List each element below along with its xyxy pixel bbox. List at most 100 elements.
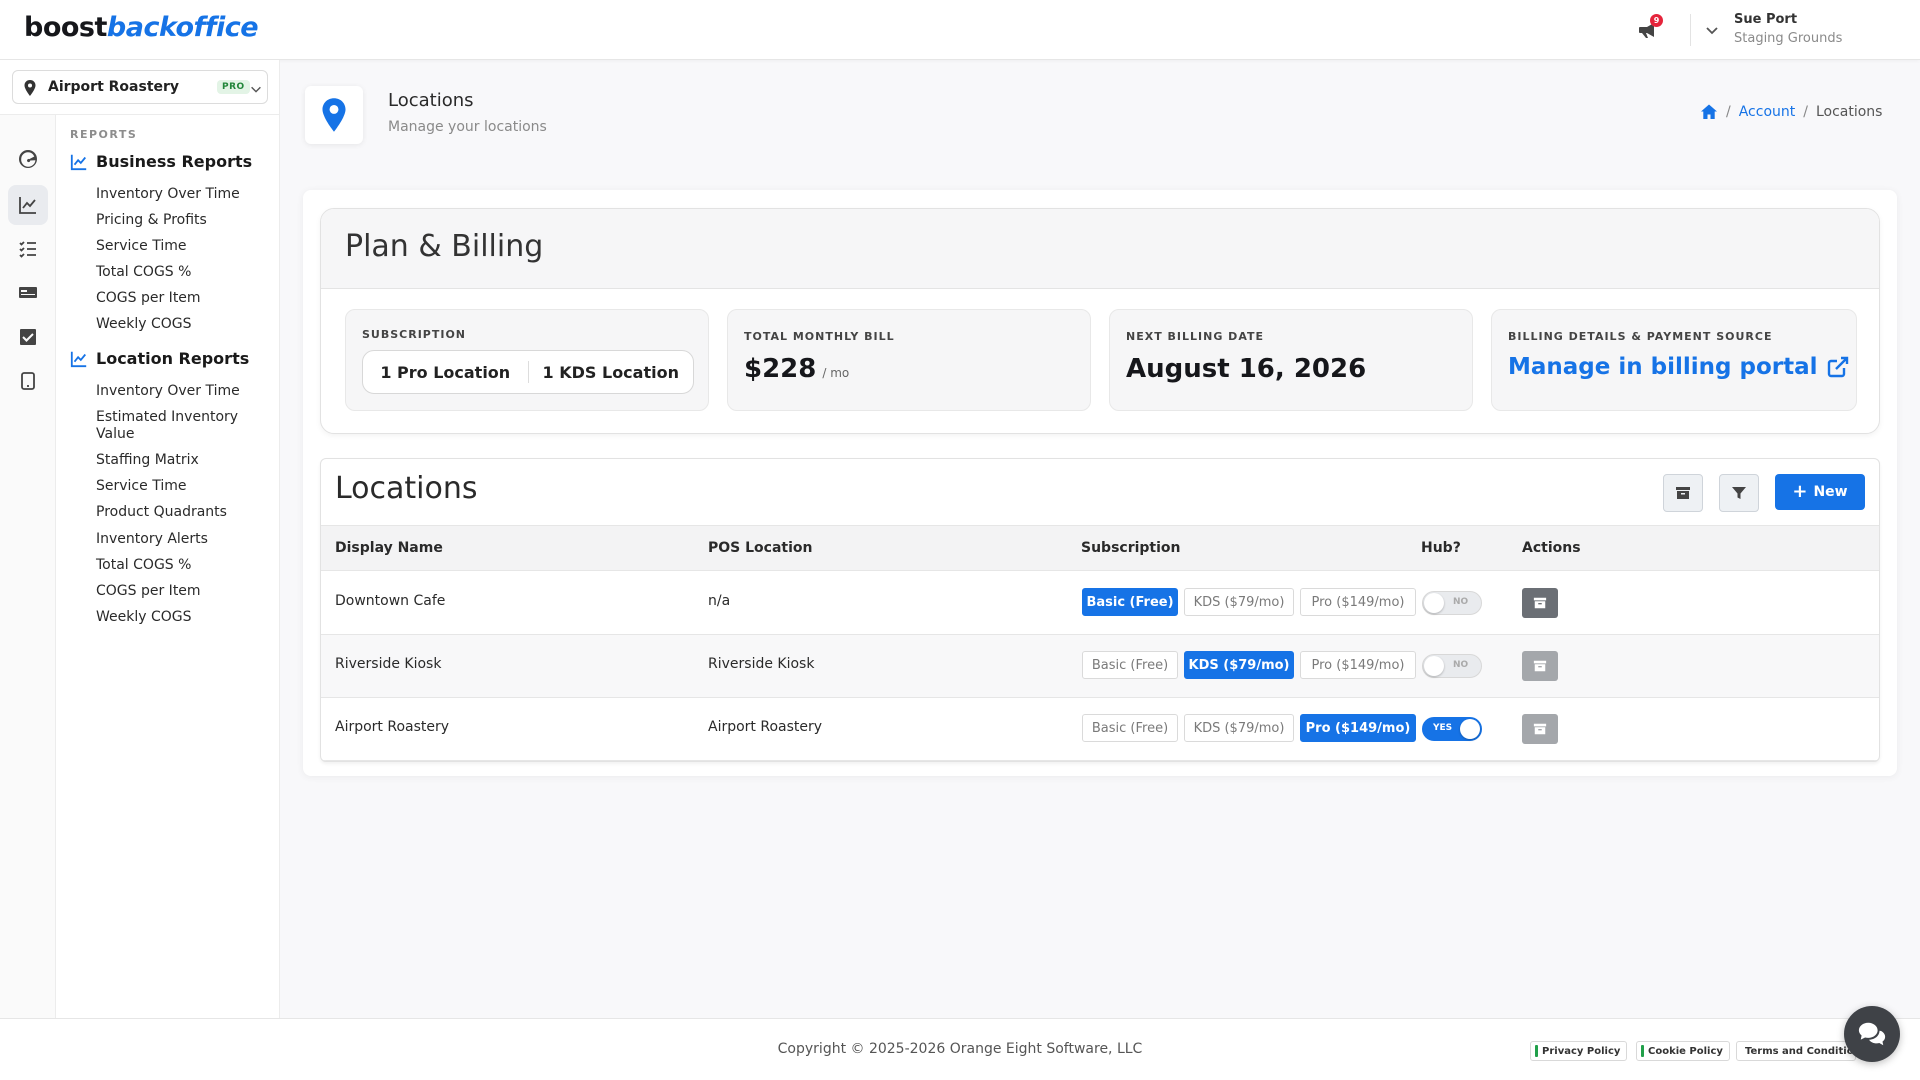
hub-toggle[interactable]: NO — [1422, 654, 1482, 678]
subscription-summary: 1 Pro Location 1 KDS Location — [362, 350, 694, 394]
plan-kds-option[interactable]: KDS ($79/mo) — [1184, 588, 1294, 616]
locations-title: Locations — [335, 471, 478, 506]
archive-icon — [1533, 597, 1547, 609]
display-name: Riverside Kiosk — [335, 656, 442, 672]
location-selector[interactable]: Airport Roastery PRO — [12, 70, 268, 104]
table-row: Downtown Cafe n/a Basic (Free) KDS ($79/… — [321, 572, 1879, 635]
display-name: Airport Roastery — [335, 719, 450, 735]
filter-icon — [1732, 487, 1746, 499]
page-subtitle: Manage your locations — [388, 119, 547, 135]
pos-terminal-icon[interactable] — [8, 273, 48, 313]
sidebar-item-cogs-per-item[interactable]: COGS per Item — [96, 290, 276, 307]
chevron-down-icon[interactable] — [1704, 22, 1720, 38]
plan-basic-option[interactable]: Basic (Free) — [1082, 714, 1178, 742]
hub-toggle[interactable]: YES — [1422, 717, 1482, 741]
chevron-down-icon — [249, 81, 263, 95]
locations-card: Locations + New Display Name POS Locatio… — [320, 458, 1880, 762]
sidebar-item-pricing-profits[interactable]: Pricing & Profits — [96, 212, 276, 229]
sidebar-item-inventory-over-time[interactable]: Inventory Over Time — [96, 383, 276, 400]
plan-basic-option[interactable]: Basic (Free) — [1082, 651, 1178, 679]
plan-kds-option[interactable]: KDS ($79/mo) — [1184, 651, 1294, 679]
hub-toggle[interactable]: NO — [1422, 591, 1482, 615]
checkbox-icon[interactable] — [8, 317, 48, 357]
location-reports-heading: Location Reports — [70, 349, 249, 368]
home-icon[interactable] — [1700, 103, 1718, 121]
page-title: Locations — [388, 90, 474, 111]
plan-pro-option[interactable]: Pro ($149/mo) — [1300, 651, 1416, 679]
sidebar-item-product-quadrants[interactable]: Product Quadrants — [96, 504, 276, 521]
monthly-unit: / mo — [822, 366, 850, 380]
archive-button[interactable] — [1522, 588, 1558, 618]
sidebar-item-total-cogs[interactable]: Total COGS % — [96, 557, 276, 574]
sidebar-item-inventory-over-time[interactable]: Inventory Over Time — [96, 186, 276, 203]
plan-kds-option[interactable]: KDS ($79/mo) — [1184, 714, 1294, 742]
monthly-bill-stat: TOTAL MONTHLY BILL $228/ mo — [727, 309, 1091, 411]
chat-bubbles-icon[interactable] — [1844, 1006, 1900, 1062]
filter-button[interactable] — [1719, 474, 1759, 512]
new-location-button[interactable]: + New — [1775, 474, 1865, 510]
toggle-knob — [1424, 593, 1444, 613]
terms-link[interactable]: Terms and Conditions — [1736, 1041, 1856, 1061]
subscription-stat: SUBSCRIPTION 1 Pro Location 1 KDS Locati… — [345, 309, 709, 411]
chart-line-icon[interactable] — [8, 185, 48, 225]
archive-icon — [1533, 660, 1547, 672]
icon-rail — [0, 115, 56, 1051]
archive-button[interactable] — [1522, 714, 1558, 744]
archive-icon — [1533, 723, 1547, 735]
footer: Copyright © 2025-2026 Orange Eight Softw… — [0, 1018, 1920, 1080]
brand-logo[interactable]: boostbackoffice — [24, 12, 259, 43]
sidebar-item-cogs-per-item[interactable]: COGS per Item — [96, 583, 276, 600]
dashboard-icon[interactable] — [8, 139, 48, 179]
sidebar-item-service-time[interactable]: Service Time — [96, 478, 276, 495]
archive-filter-button[interactable] — [1663, 474, 1703, 512]
external-link-icon — [1827, 356, 1848, 378]
plan-basic-option[interactable]: Basic (Free) — [1082, 588, 1178, 616]
business-reports-heading: Business Reports — [70, 152, 252, 171]
cookie-policy-link[interactable]: Cookie Policy — [1636, 1041, 1730, 1061]
plan-billing-card: Plan & Billing SUBSCRIPTION 1 Pro Locati… — [320, 208, 1880, 434]
column-header: Actions — [1522, 540, 1581, 556]
toggle-knob — [1424, 656, 1444, 676]
column-header: Hub? — [1421, 540, 1461, 556]
column-header[interactable]: POS Location — [708, 540, 812, 556]
monthly-bill-value: $228/ mo — [744, 354, 850, 384]
column-header[interactable]: Display Name — [335, 540, 443, 556]
pos-location: Airport Roastery — [708, 719, 823, 735]
tablet-icon[interactable] — [8, 361, 48, 401]
user-name[interactable]: Sue Port — [1734, 12, 1797, 27]
billing-portal-stat: BILLING DETAILS & PAYMENT SOURCE Manage … — [1491, 309, 1857, 411]
top-bar: boostbackoffice 9 Sue Port Staging Groun… — [0, 0, 1920, 60]
chart-line-icon — [70, 154, 87, 170]
table-row: Airport Roastery Airport Roastery Basic … — [321, 698, 1879, 761]
copyright-text: Copyright © 2025-2026 Orange Eight Softw… — [777, 1041, 1143, 1057]
sidebar-item-staffing-matrix[interactable]: Staffing Matrix — [96, 452, 276, 469]
sidebar-item-estimated-inventory-value[interactable]: Estimated Inventory Value — [96, 409, 256, 443]
location-pin-icon — [305, 86, 363, 144]
tasks-list-icon[interactable] — [8, 229, 48, 269]
sidebar-item-weekly-cogs[interactable]: Weekly COGS — [96, 609, 276, 626]
breadcrumb-account[interactable]: Account — [1739, 104, 1796, 120]
plan-pro-option[interactable]: Pro ($149/mo) — [1300, 714, 1416, 742]
pro-location-count: 1 Pro Location — [380, 362, 511, 382]
table-header: Display Name POS Location Subscription H… — [321, 525, 1879, 571]
archive-icon — [1676, 487, 1690, 499]
plan-pro-option[interactable]: Pro ($149/mo) — [1300, 588, 1416, 616]
location-name: Airport Roastery — [48, 79, 180, 95]
plan-billing-header: Plan & Billing — [321, 209, 1879, 289]
display-name: Downtown Cafe — [335, 593, 446, 609]
next-billing-stat: NEXT BILLING DATE August 16, 2026 — [1109, 309, 1473, 411]
kds-location-count: 1 KDS Location — [542, 362, 679, 382]
breadcrumb-separator: / — [1726, 104, 1731, 120]
sidebar-item-service-time[interactable]: Service Time — [96, 238, 276, 255]
column-header[interactable]: Subscription — [1081, 540, 1181, 556]
archive-button[interactable] — [1522, 651, 1558, 681]
billing-portal-link[interactable]: Manage in billing portal — [1508, 354, 1850, 380]
privacy-policy-link[interactable]: Privacy Policy — [1530, 1041, 1628, 1061]
policy-mark — [1535, 1045, 1538, 1057]
policy-mark — [1641, 1045, 1644, 1057]
sidebar-item-total-cogs[interactable]: Total COGS % — [96, 264, 276, 281]
sidebar-item-inventory-alerts[interactable]: Inventory Alerts — [96, 531, 276, 548]
sidebar-item-weekly-cogs[interactable]: Weekly COGS — [96, 316, 276, 333]
table-row: Riverside Kiosk Riverside Kiosk Basic (F… — [321, 635, 1879, 698]
breadcrumb-separator: / — [1803, 104, 1808, 120]
